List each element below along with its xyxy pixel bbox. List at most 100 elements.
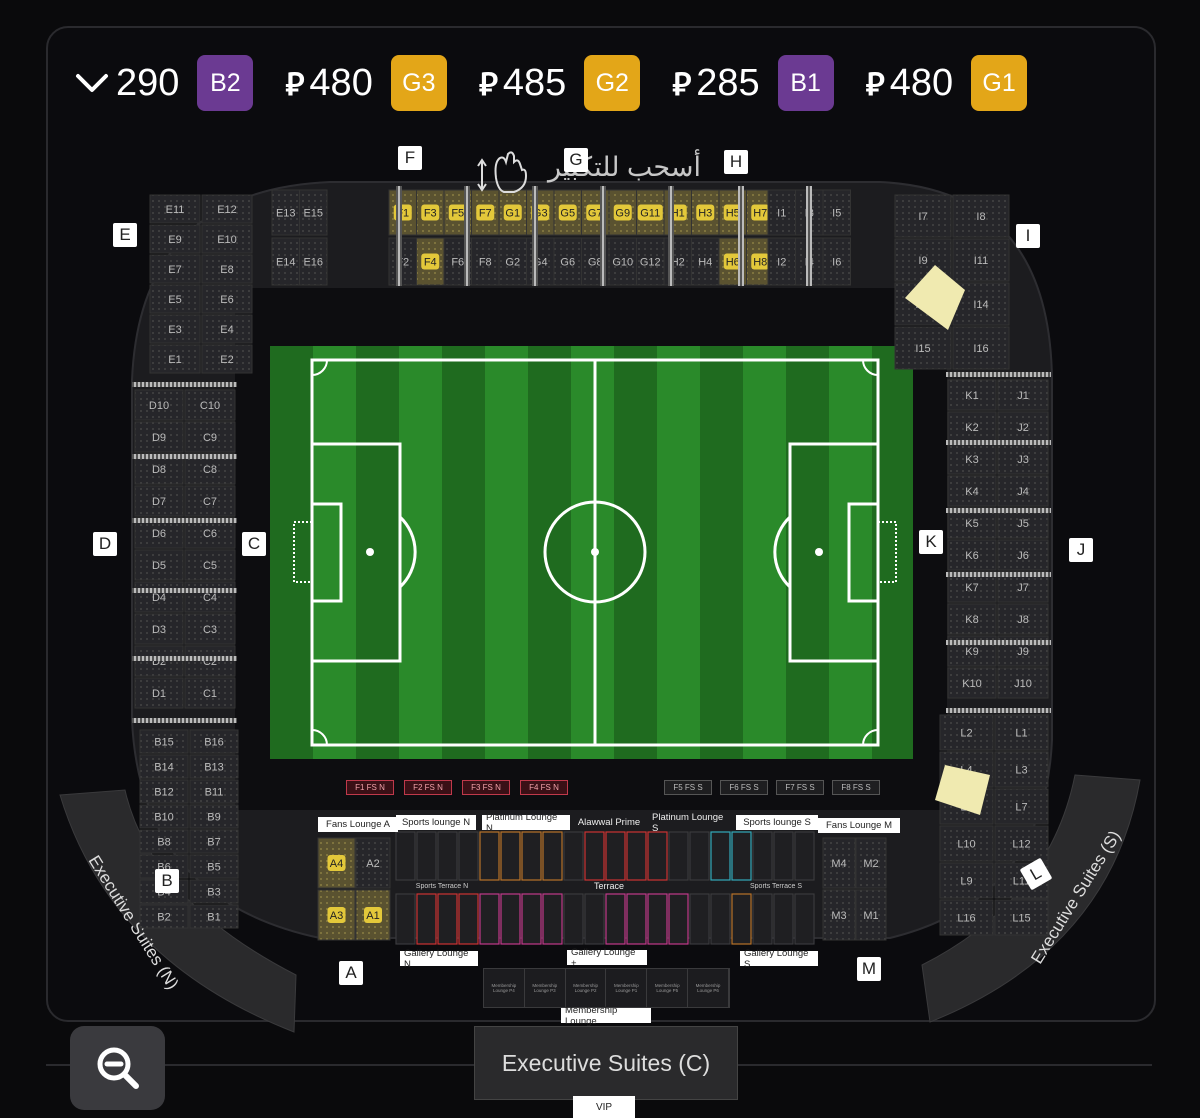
- lounge-box[interactable]: [437, 893, 458, 945]
- section-l10[interactable]: L10: [939, 825, 994, 862]
- zoom-out-button[interactable]: [70, 1026, 165, 1110]
- family-section-north[interactable]: F4 FS N: [520, 780, 568, 795]
- section-b2[interactable]: B2: [139, 904, 189, 929]
- lounge-box[interactable]: [458, 831, 479, 881]
- section-e14[interactable]: E14: [271, 237, 300, 286]
- section-j4[interactable]: J4: [997, 475, 1049, 507]
- lounge-box[interactable]: [542, 831, 563, 881]
- section-b10[interactable]: B10: [139, 804, 189, 829]
- membership-lounge-cell[interactable]: Membership Lounge P1: [606, 969, 648, 1007]
- section-e6[interactable]: E6: [201, 284, 253, 314]
- stand-label-b[interactable]: B: [155, 869, 179, 893]
- section-a4[interactable]: A4: [317, 837, 356, 889]
- section-e12[interactable]: E12: [201, 194, 253, 224]
- lounge-box[interactable]: [458, 893, 479, 945]
- section-d9[interactable]: D9: [134, 421, 184, 453]
- section-f1[interactable]: F1: [388, 189, 417, 236]
- section-b5[interactable]: B5: [189, 854, 239, 879]
- section-m4[interactable]: M4: [822, 837, 856, 889]
- membership-lounge-label[interactable]: Membership Lounge: [561, 1005, 651, 1027]
- family-section-south[interactable]: F5 FS S: [664, 780, 712, 795]
- section-b12[interactable]: B12: [139, 779, 189, 804]
- section-b15[interactable]: B15: [139, 729, 189, 754]
- section-l7[interactable]: L7: [994, 788, 1049, 825]
- lounge-box[interactable]: [647, 893, 668, 945]
- lounge-box[interactable]: [731, 831, 752, 881]
- lounge-box[interactable]: [773, 831, 794, 881]
- section-a3[interactable]: A3: [317, 889, 356, 941]
- section-d5[interactable]: D5: [134, 549, 184, 581]
- stand-label-d[interactable]: D: [93, 532, 117, 556]
- lounge-box[interactable]: [689, 893, 710, 945]
- membership-lounge-block[interactable]: Membership Lounge P4 Membership Lounge P3…: [483, 968, 730, 1008]
- section-k8[interactable]: K8: [947, 603, 997, 635]
- section-b8[interactable]: B8: [139, 829, 189, 854]
- section-f2[interactable]: F2: [388, 237, 417, 286]
- section-b13[interactable]: B13: [189, 754, 239, 779]
- stand-label-e[interactable]: E: [113, 223, 137, 247]
- lounge-box[interactable]: [626, 831, 647, 881]
- section-j8[interactable]: J8: [997, 603, 1049, 635]
- section-l2[interactable]: L2: [939, 714, 994, 751]
- lounge-box[interactable]: [605, 893, 626, 945]
- membership-lounge-cell[interactable]: Membership Lounge P4: [484, 969, 525, 1007]
- family-section-south[interactable]: F6 FS S: [720, 780, 768, 795]
- section-e7[interactable]: E7: [149, 254, 201, 284]
- lounge-box[interactable]: [689, 831, 710, 881]
- stand-label-a[interactable]: A: [339, 961, 363, 985]
- lounge-box[interactable]: [500, 831, 521, 881]
- family-section-north[interactable]: F2 FS N: [404, 780, 452, 795]
- membership-lounge-cell[interactable]: Membership Lounge P2: [566, 969, 607, 1007]
- section-b16[interactable]: B16: [189, 729, 239, 754]
- section-g9[interactable]: G9: [608, 189, 637, 236]
- lounge-box[interactable]: [794, 831, 815, 881]
- family-section-south[interactable]: F8 FS S: [832, 780, 880, 795]
- section-c1[interactable]: C1: [184, 677, 236, 709]
- sports-lounge-s-label[interactable]: Sports lounge S: [736, 815, 818, 830]
- section-g6[interactable]: G6: [553, 237, 582, 286]
- membership-lounge-cell[interactable]: Membership Lounge P5: [647, 969, 689, 1007]
- section-b1[interactable]: B1: [189, 904, 239, 929]
- platinum-lounge-n-label[interactable]: Platinum Lounge N: [482, 812, 570, 834]
- lounge-box[interactable]: [416, 893, 437, 945]
- section-c4[interactable]: C4: [184, 581, 236, 613]
- section-b3[interactable]: B3: [189, 879, 239, 904]
- section-j6[interactable]: J6: [997, 539, 1049, 571]
- stand-label-j[interactable]: J: [1069, 538, 1093, 562]
- section-i15[interactable]: I15: [894, 326, 952, 370]
- section-d3[interactable]: D3: [134, 613, 184, 645]
- section-j10[interactable]: J10: [997, 667, 1049, 699]
- section-k6[interactable]: K6: [947, 539, 997, 571]
- section-l15[interactable]: L15: [994, 899, 1049, 936]
- section-g10[interactable]: G10: [608, 237, 637, 286]
- section-j2[interactable]: J2: [997, 411, 1049, 443]
- section-d10[interactable]: D10: [134, 389, 184, 421]
- lounge-box[interactable]: [395, 831, 416, 881]
- vip-section[interactable]: VIP: [573, 1096, 635, 1118]
- executive-suites-center[interactable]: Executive Suites (C): [474, 1026, 738, 1100]
- section-e13[interactable]: E13: [271, 189, 300, 236]
- section-e4[interactable]: E4: [201, 314, 253, 344]
- platinum-lounge-s-label[interactable]: Platinum Lounge S: [648, 812, 736, 834]
- section-l9[interactable]: L9: [939, 862, 994, 899]
- membership-lounge-cell[interactable]: Membership Lounge P6: [688, 969, 729, 1007]
- lounge-box[interactable]: [752, 893, 773, 945]
- section-b11[interactable]: B11: [189, 779, 239, 804]
- lounge-box[interactable]: [710, 831, 731, 881]
- section-k1[interactable]: K1: [947, 379, 997, 411]
- lounge-box[interactable]: [521, 893, 542, 945]
- lounge-box[interactable]: [437, 831, 458, 881]
- alawwal-prime-label[interactable]: Alawwal Prime: [572, 815, 646, 830]
- gallery-lounge-s-label[interactable]: Gallery Lounge S: [740, 948, 818, 970]
- lounge-box[interactable]: [647, 831, 668, 881]
- stand-label-m[interactable]: M: [857, 957, 881, 981]
- section-c7[interactable]: C7: [184, 485, 236, 517]
- lounge-box[interactable]: [563, 831, 584, 881]
- lounge-box[interactable]: [563, 893, 584, 945]
- gallery-lounge-n-label[interactable]: Gallery Lounge N: [400, 948, 478, 970]
- family-section-north[interactable]: F3 FS N: [462, 780, 510, 795]
- section-f4[interactable]: F4: [416, 237, 445, 286]
- section-j1[interactable]: J1: [997, 379, 1049, 411]
- section-k10[interactable]: K10: [947, 667, 997, 699]
- fans-lounge-m-label[interactable]: Fans Lounge M: [818, 818, 900, 833]
